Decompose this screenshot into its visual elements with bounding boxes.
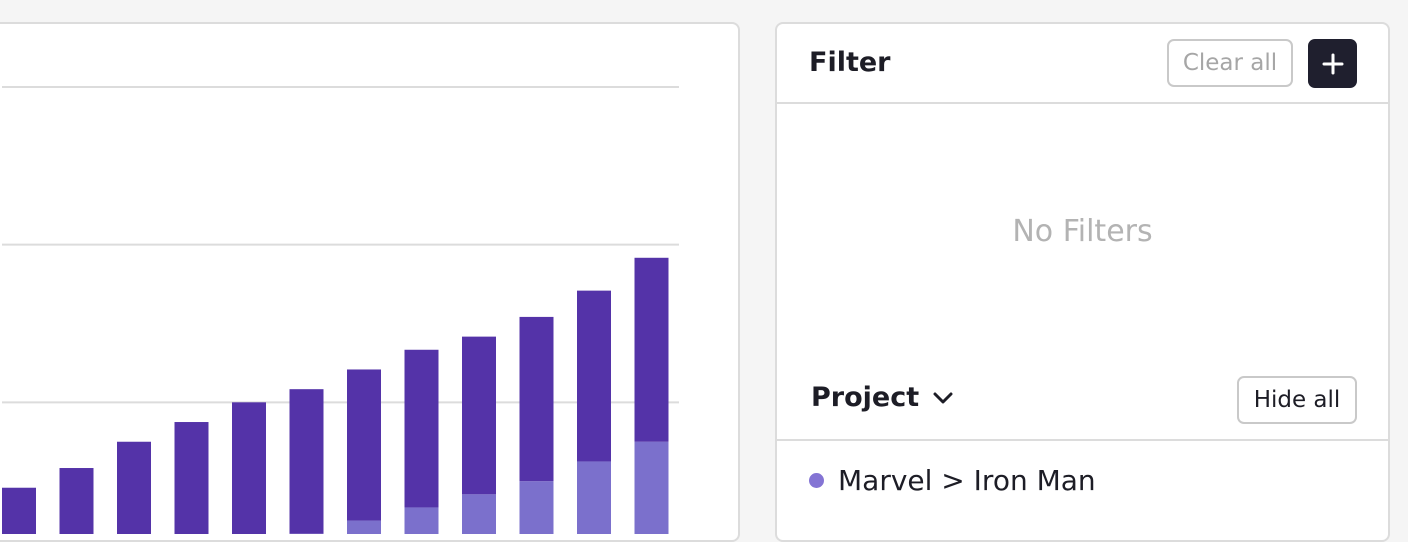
bar-segment-dark[interactable] (175, 422, 209, 534)
filter-empty-state: No Filters (777, 104, 1388, 364)
hide-all-button[interactable]: Hide all (1237, 376, 1357, 424)
bar-segment-dark[interactable] (290, 389, 324, 534)
bar-segment-dark[interactable] (462, 337, 496, 495)
chevron-down-icon (933, 391, 953, 405)
bar-segment-dark[interactable] (520, 317, 554, 481)
filter-title: Filter (809, 47, 891, 78)
bar-segment-dark[interactable] (347, 369, 381, 520)
bar-segment-light[interactable] (347, 521, 381, 534)
project-item[interactable]: Marvel > Iron Man (809, 464, 1096, 497)
bar-segment-dark[interactable] (635, 258, 669, 442)
filter-panel: Filter Clear all No Filters Project Hide… (775, 22, 1390, 542)
bar-segment-light[interactable] (577, 461, 611, 534)
plus-icon (1322, 53, 1344, 75)
bar-segment-dark[interactable] (232, 402, 266, 534)
no-filters-text: No Filters (777, 214, 1388, 249)
bar-segment-dark[interactable] (577, 291, 611, 462)
clear-all-button[interactable]: Clear all (1167, 39, 1293, 87)
bar-segment-dark[interactable] (60, 468, 94, 534)
project-label: Project (811, 382, 919, 413)
project-item-label: Marvel > Iron Man (838, 464, 1096, 497)
bar-segment-light[interactable] (635, 442, 669, 534)
bar-segment-light[interactable] (520, 481, 554, 534)
bar-segment-dark[interactable] (405, 350, 439, 508)
bar-segment-dark[interactable] (2, 488, 36, 534)
filter-header: Filter Clear all (777, 24, 1388, 104)
add-filter-button[interactable] (1308, 39, 1357, 88)
bar-segment-dark[interactable] (117, 442, 151, 534)
chart-panel (0, 22, 740, 542)
project-section-header: Project Hide all (777, 364, 1388, 441)
bar-segment-light[interactable] (462, 494, 496, 534)
project-color-dot (809, 473, 824, 488)
project-toggle[interactable]: Project (811, 382, 953, 413)
bar-chart (2, 22, 740, 534)
bar-segment-light[interactable] (405, 507, 439, 534)
